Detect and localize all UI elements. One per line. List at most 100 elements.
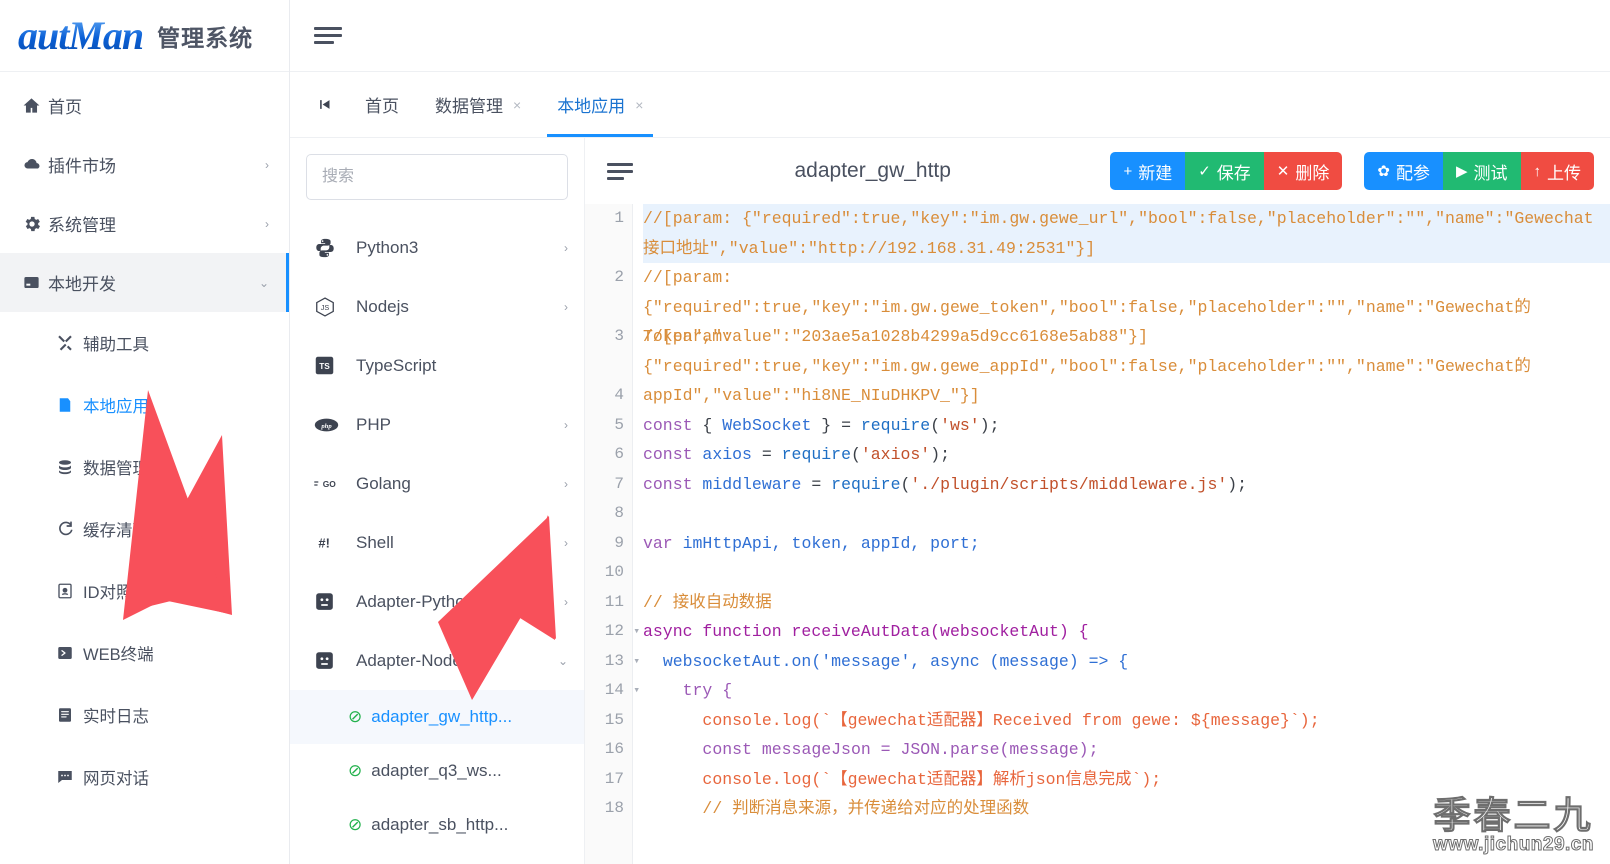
svg-text:#!: #! [318,535,329,550]
fold-arrow-icon[interactable]: ▾ [633,677,640,707]
app-root: autMan 管理系统 首页 插件市场 › 系统管理 › 本地开发 ⌄ 辅助工具… [0,0,1610,864]
plus-icon: + [1123,162,1133,180]
line-number: 4 [614,386,624,404]
tree-row-php[interactable]: php PHP › [290,395,584,454]
sidebar-subitem-label: 本地应用 [83,398,149,416]
sidebar-subitem-label: 数据管理 [83,460,149,478]
workspace: Python3 › JS Nodejs › TS T [290,138,1610,864]
check-icon: ✓ [1198,163,1211,180]
code-line: const messageJson = JSON.parse(message); [702,740,1099,759]
config-params-button[interactable]: ✿ 配参 [1364,152,1443,190]
search-row [290,138,584,214]
tree-leaf-adapter-sb-http[interactable]: ⊘ adapter_sb_http... [290,798,584,852]
code-line: var imHttpApi, token, appId, port; [643,533,980,553]
logo-subtitle: 管理系统 [157,24,254,51]
sidebar: autMan 管理系统 首页 插件市场 › 系统管理 › 本地开发 ⌄ 辅助工具… [0,0,290,864]
editor-menu-icon[interactable] [607,159,635,184]
check-circle-icon: ⊘ [348,707,363,726]
sidebar-item-web-terminal[interactable]: WEB终端 [0,622,289,684]
sidebar-item-system-management[interactable]: 系统管理 › [0,194,289,253]
sidebar-item-helper-tools[interactable]: 辅助工具 [0,312,289,374]
search-input[interactable] [306,154,568,200]
line-number: 7 [614,474,624,493]
code-editor[interactable]: 1 2 3 4 5 6 7 8 9 10 11 12 ▾ 13 ▾ 14 ▾ 1… [585,204,1610,864]
code-line: // 判断消息来源，并传递给对应的处理函数 [702,799,1030,818]
line-number: 18 [604,799,624,817]
tab-label: 本地应用 [557,97,626,116]
tools-icon [56,334,83,352]
gear-icon [22,214,48,234]
new-button[interactable]: + 新建 [1110,152,1186,190]
close-icon[interactable]: × [635,97,643,113]
adapter-icon [314,650,356,671]
id-card-icon [56,582,83,600]
code-content[interactable]: //[param: {"required":true,"key":"im.gw.… [633,204,1610,864]
editor-toolbar-group-file: + 新建 ✓ 保存 ✕ 删除 [1110,152,1343,190]
tab-local-apps[interactable]: 本地应用 × [539,72,661,137]
svg-text:php: php [320,422,332,429]
sidebar-item-realtime-log[interactable]: 实时日志 [0,684,289,746]
file-tree-panel: Python3 › JS Nodejs › TS T [290,138,585,864]
tree-leaf-adapter-gw-http[interactable]: ⊘ adapter_gw_http... [290,690,584,744]
fold-arrow-icon[interactable]: ▾ [633,618,640,648]
chevron-down-icon: ⌄ [557,653,568,668]
line-number: 12 ▾ [585,617,640,647]
tab-label: 首页 [365,97,399,116]
tree-row-label: Python3 [356,237,419,257]
delete-button[interactable]: ✕ 删除 [1263,152,1343,190]
tree-row-python3[interactable]: Python3 › [290,218,584,277]
golang-icon: GO [314,477,356,490]
test-button[interactable]: ▶ 测试 [1442,152,1521,190]
tree-row-adapter-nodejs[interactable]: Adapter-Nodejs ⌄ [290,631,584,690]
sidebar-subitem-label: ID对照表 [83,584,149,602]
tree-leaf-adapter-q3-ws[interactable]: ⊘ adapter_q3_ws... [290,744,584,798]
upload-button[interactable]: ↑ 上传 [1520,152,1594,190]
tree-row-label: TypeScript [356,355,437,375]
sidebar-item-cache-clear[interactable]: 缓存清理 [0,498,289,560]
python-icon [314,237,356,259]
close-icon: ✕ [1276,163,1290,180]
typescript-icon: TS [314,355,356,376]
home-icon [22,96,48,115]
tree-row-label: Nodejs [356,296,409,316]
save-button[interactable]: ✓ 保存 [1185,152,1264,190]
close-icon[interactable]: × [513,97,521,113]
sidebar-subitem-label: 辅助工具 [83,336,149,354]
file-title: adapter_gw_http [794,159,951,182]
sidebar-item-home[interactable]: 首页 [0,76,289,135]
editor-toolbar-group-run: ✿ 配参 ▶ 测试 ↑ 上传 [1364,152,1594,190]
sidebar-item-plugin-market[interactable]: 插件市场 › [0,135,289,194]
sidebar-item-id-table[interactable]: ID对照表 [0,560,289,622]
sidebar-item-data-management[interactable]: 数据管理 [0,436,289,498]
sidebar-item-label: 插件市场 [48,157,116,176]
line-number: 11 [604,592,624,611]
skip-backward-icon[interactable] [302,72,347,137]
tree-row-adapter-python3[interactable]: Adapter-Python3 › [290,572,584,631]
sidebar-item-label: 本地开发 [48,275,116,294]
tab-data-management[interactable]: 数据管理 × [417,72,539,137]
tab-bar: 首页 数据管理 × 本地应用 × [290,72,1610,138]
sidebar-item-web-chat[interactable]: 网页对话 [0,746,289,808]
sidebar-item-label: 首页 [48,98,82,117]
code-line: websocketAut.on('message', async (messag… [662,651,1129,671]
chevron-right-icon: › [564,535,568,550]
sidebar-item-local-development[interactable]: 本地开发 ⌄ [0,253,289,312]
tree-row-golang[interactable]: GO Golang › [290,454,584,513]
play-icon: ▶ [1455,163,1468,180]
tab-home[interactable]: 首页 [347,72,417,137]
code-line: const { WebSocket } = require('ws'); [643,415,1000,435]
button-label: 删除 [1295,163,1330,183]
fold-arrow-icon[interactable]: ▾ [633,648,640,678]
menu-collapse-icon[interactable] [314,23,344,48]
sidebar-item-local-apps[interactable]: 本地应用 [0,374,289,436]
tree-row-typescript[interactable]: TS TypeScript [290,336,584,395]
tree-row-label: Shell [356,532,394,552]
tree-row-shell[interactable]: #! Shell › [290,513,584,572]
file-tree-list: Python3 › JS Nodejs › TS TypeScript php … [290,214,584,864]
line-number: 8 [614,504,624,522]
tree-row-nodejs[interactable]: JS Nodejs › [290,277,584,336]
line-number: 5 [614,415,624,434]
php-icon: php [314,417,356,433]
logo[interactable]: autMan 管理系统 [0,0,289,72]
main-area: 首页 数据管理 × 本地应用 × 搜索 Python3 › JS Nodejs … [290,0,1610,864]
